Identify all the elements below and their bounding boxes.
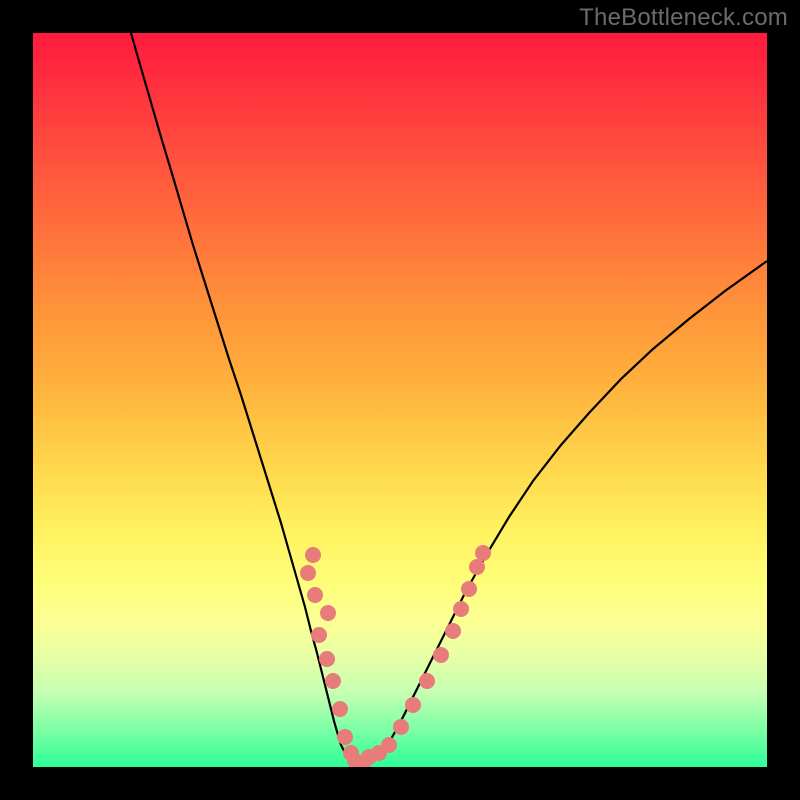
data-dot [419, 673, 435, 689]
data-dot [311, 627, 327, 643]
right-dot-cluster [361, 545, 491, 765]
data-dot [300, 565, 316, 581]
data-dot [475, 545, 491, 561]
data-dot [381, 737, 397, 753]
chart-overlay [33, 33, 767, 767]
data-dot [393, 719, 409, 735]
data-dot [332, 701, 348, 717]
plot-area [33, 33, 767, 767]
data-dot [405, 697, 421, 713]
chart-frame: TheBottleneck.com [0, 0, 800, 800]
data-dot [337, 729, 353, 745]
data-dot [445, 623, 461, 639]
data-dot [320, 605, 336, 621]
data-dot [325, 673, 341, 689]
data-dot [433, 647, 449, 663]
data-dot [469, 559, 485, 575]
data-dot [305, 547, 321, 563]
data-dot [319, 651, 335, 667]
data-dot [453, 601, 469, 617]
bottleneck-curve [131, 33, 767, 764]
watermark-text: TheBottleneck.com [579, 4, 788, 32]
left-dot-cluster [300, 547, 359, 761]
data-dot [461, 581, 477, 597]
data-dot [307, 587, 323, 603]
